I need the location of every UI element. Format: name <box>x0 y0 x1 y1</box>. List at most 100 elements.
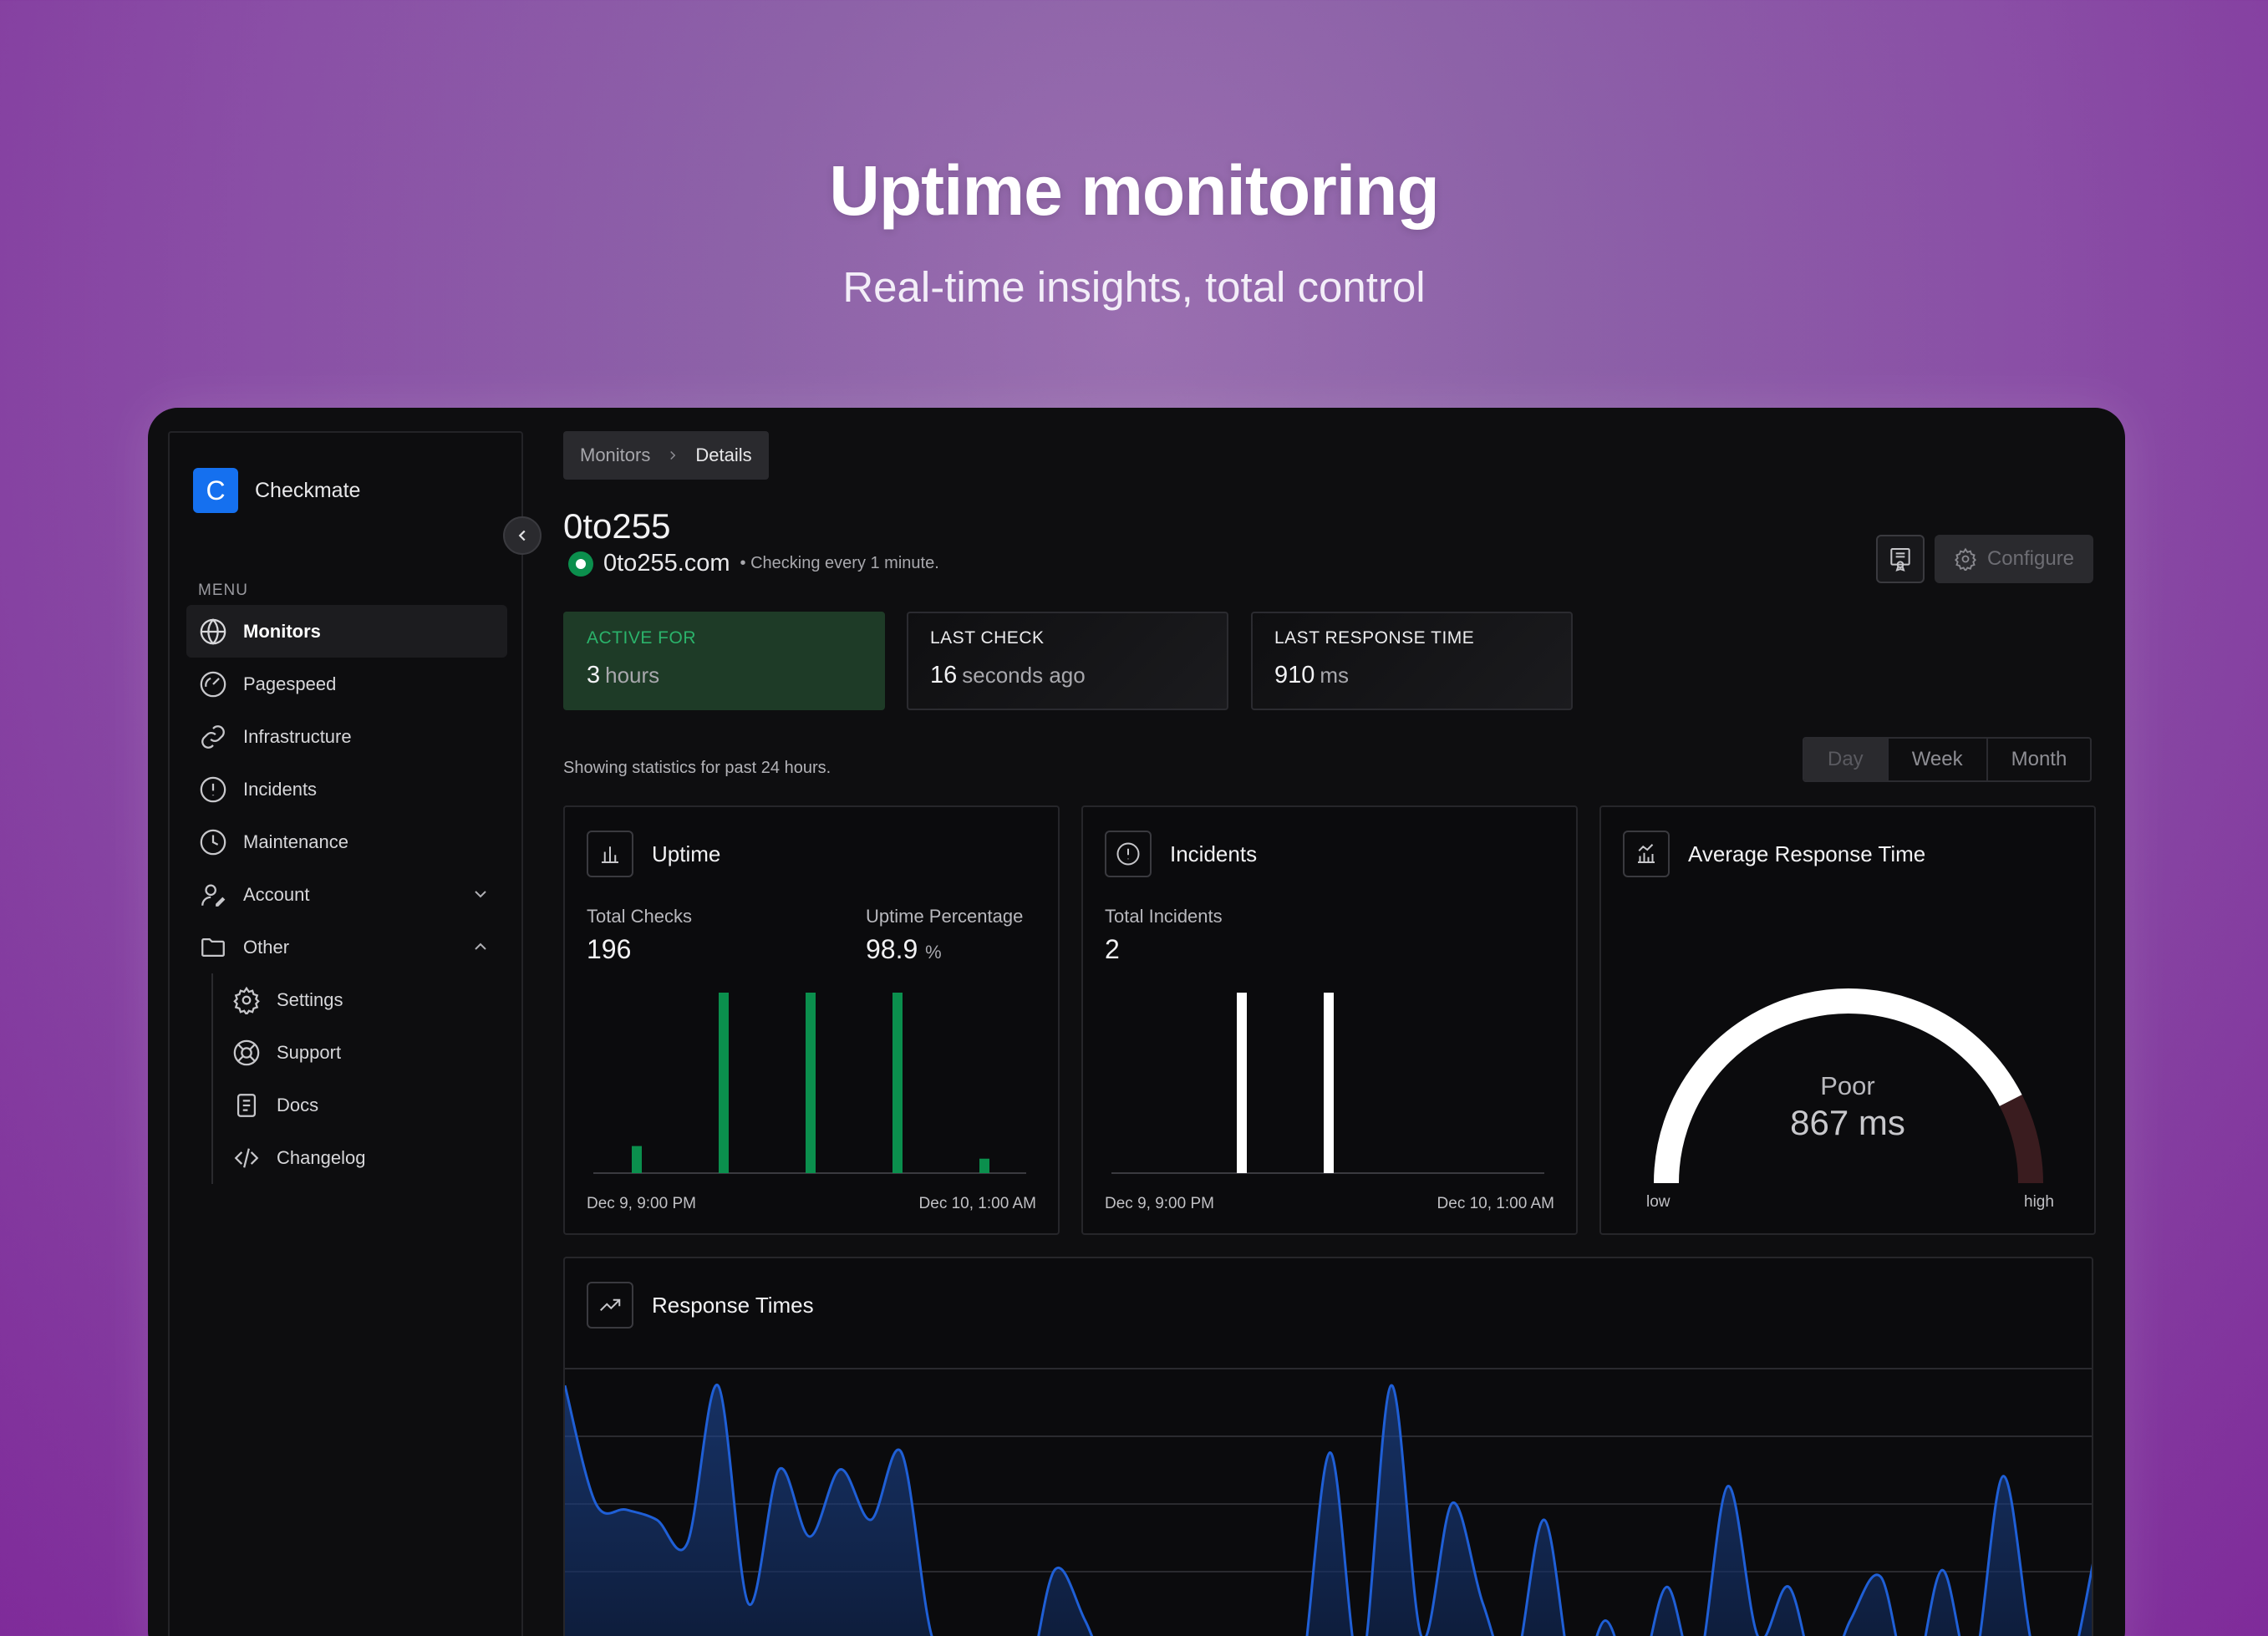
report-button[interactable] <box>1876 535 1925 583</box>
sidebar-item-label: Changelog <box>277 1146 366 1168</box>
sidebar-item-account[interactable]: Account <box>186 868 507 921</box>
response-times-panel: Response Times <box>563 1257 2093 1636</box>
sidebar-item-label: Maintenance <box>243 831 348 852</box>
sidebar-item-other[interactable]: Other <box>186 921 507 973</box>
chevron-right-icon <box>670 450 676 460</box>
sidebar-item-label: Docs <box>277 1094 319 1115</box>
gear-icon <box>231 985 262 1015</box>
breadcrumb-details: Details <box>695 445 752 465</box>
uptime-percentage-value: 98.9 % <box>866 934 942 964</box>
globe-icon <box>198 617 228 647</box>
active-for-card: ACTIVE FOR 3 hours <box>563 612 885 710</box>
hero-title: Uptime monitoring <box>829 151 1440 230</box>
uptime-bar-chart <box>593 993 1026 1174</box>
x-axis-start: Dec 9, 9:00 PM <box>587 1195 696 1212</box>
panel-title: Response Times <box>652 1292 814 1318</box>
total-incidents-value: 2 <box>1105 934 1120 964</box>
chevron-down-icon[interactable] <box>470 884 491 904</box>
chart-bar <box>632 1146 642 1173</box>
x-axis-start: Dec 9, 9:00 PM <box>1105 1195 1214 1212</box>
status-indicator <box>568 551 593 577</box>
gauge-value: 867 ms <box>1790 1103 1905 1142</box>
chart-bar <box>979 1158 989 1173</box>
sidebar: C Checkmate MENU Monitors Pagespeed Infr… <box>168 431 523 1636</box>
monitor-meta: 0to255.com • Checking every 1 minute. <box>568 550 939 577</box>
total-checks-value: 196 <box>587 934 632 964</box>
stat-value: 16 seconds ago <box>930 662 1086 688</box>
sidebar-item-support[interactable]: Support <box>213 1026 507 1079</box>
trend-up-icon <box>587 1282 633 1329</box>
response-gauge <box>1654 988 2043 1184</box>
total-incidents-label: Total Incidents <box>1105 906 1223 927</box>
folder-icon <box>198 932 228 963</box>
user-icon <box>198 880 228 910</box>
sidebar-item-pagespeed[interactable]: Pagespeed <box>186 658 507 710</box>
sidebar-item-label: Settings <box>277 988 343 1010</box>
page-title: 0to255 <box>563 506 671 546</box>
chart-bar <box>1324 993 1334 1173</box>
sidebar-item-label: Monitors <box>243 620 321 642</box>
sidebar-item-label: Account <box>243 883 310 905</box>
panel-title: Incidents <box>1170 841 1258 866</box>
brand-name: Checkmate <box>255 478 361 502</box>
stat-value: 3 hours <box>587 662 660 688</box>
link-icon <box>198 722 228 752</box>
sidebar-item-label: Incidents <box>243 778 318 800</box>
configure-button[interactable]: Configure <box>1935 535 2093 583</box>
sidebar-item-label: Infrastructure <box>243 725 352 747</box>
range-month[interactable]: Month <box>1986 739 2091 780</box>
incidents-bar-chart <box>1111 993 1544 1174</box>
sidebar-subnav-other: Settings Support Docs Changelog <box>211 973 507 1184</box>
configure-label: Configure <box>1986 547 2075 570</box>
sidebar-item-changelog[interactable]: Changelog <box>213 1131 507 1184</box>
chevron-left-icon <box>518 530 526 541</box>
chart-bar <box>892 993 903 1173</box>
app-window: C Checkmate MENU Monitors Pagespeed Infr… <box>148 408 2125 1636</box>
lifebuoy-icon <box>231 1038 262 1068</box>
uptime-panel: Uptime Total Checks 196 Uptime Percentag… <box>563 805 1060 1235</box>
range-week[interactable]: Week <box>1886 739 1986 780</box>
code-icon <box>231 1143 262 1173</box>
uptime-percentage-label: Uptime Percentage <box>866 906 1024 927</box>
alert-circle-icon <box>198 775 228 805</box>
sidebar-item-settings[interactable]: Settings <box>213 973 507 1026</box>
alert-circle-icon <box>1105 831 1152 877</box>
x-axis-end: Dec 10, 1:00 AM <box>1437 1195 1554 1212</box>
monitor-url[interactable]: 0to255.com <box>603 550 730 577</box>
clock-icon <box>198 827 228 857</box>
last-response-card: LAST RESPONSE TIME 910 ms <box>1251 612 1573 710</box>
breadcrumb-monitors[interactable]: Monitors <box>580 445 650 466</box>
sidebar-collapse-button[interactable] <box>503 516 542 555</box>
chart-bar <box>1237 993 1247 1173</box>
panel-title: Uptime <box>652 841 721 866</box>
bar-chart-icon <box>587 831 633 877</box>
gauge-high-label: high <box>2024 1193 2054 1211</box>
breadcrumb: Monitors Details <box>563 431 769 480</box>
chart-bar <box>719 993 729 1173</box>
sidebar-item-monitors[interactable]: Monitors <box>186 605 507 658</box>
chevron-up-icon[interactable] <box>470 937 491 957</box>
stat-label: ACTIVE FOR <box>587 628 697 648</box>
range-toggle: Day Week Month <box>1803 737 2093 782</box>
gauge-rating: Poor <box>1820 1071 1875 1100</box>
sidebar-item-infrastructure[interactable]: Infrastructure <box>186 710 507 763</box>
sidebar-item-docs[interactable]: Docs <box>213 1079 507 1131</box>
monitor-interval: • Checking every 1 minute. <box>740 554 939 572</box>
total-checks-label: Total Checks <box>587 906 692 927</box>
x-axis-end: Dec 10, 1:00 AM <box>918 1195 1036 1212</box>
stat-label: LAST RESPONSE TIME <box>1274 628 1475 648</box>
stat-value: 910 ms <box>1274 662 1350 688</box>
sidebar-nav: Monitors Pagespeed Infrastructure Incide… <box>186 605 507 1184</box>
stat-label: LAST CHECK <box>930 628 1045 648</box>
certificate-icon <box>1890 548 1910 572</box>
sidebar-item-label: Pagespeed <box>243 673 337 694</box>
sidebar-item-maintenance[interactable]: Maintenance <box>186 815 507 868</box>
gauge-low-label: low <box>1646 1193 1670 1211</box>
menu-label: MENU <box>198 582 248 599</box>
document-icon <box>231 1090 262 1120</box>
brand[interactable]: C Checkmate <box>193 468 360 513</box>
sidebar-item-incidents[interactable]: Incidents <box>186 763 507 815</box>
range-day[interactable]: Day <box>1804 739 1887 780</box>
response-times-area-chart <box>565 1368 2092 1636</box>
chart-bar <box>806 993 816 1173</box>
